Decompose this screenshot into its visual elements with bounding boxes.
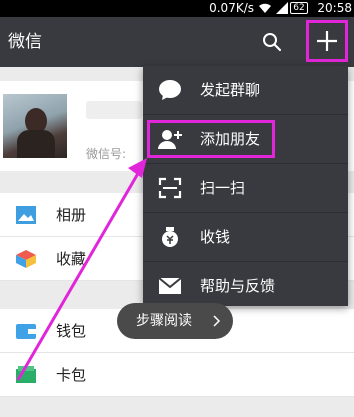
battery-icon: 62 <box>290 2 308 14</box>
chevron-right-icon <box>213 315 221 327</box>
row-label: 卡包 <box>56 366 87 384</box>
mail-icon <box>158 277 182 294</box>
row-card-pack[interactable]: 卡包 <box>0 353 354 397</box>
app-bar: 微信 <box>0 17 354 67</box>
avatar <box>3 94 67 158</box>
step-reading-label: 步骤阅读 <box>136 313 192 329</box>
plus-button[interactable] <box>306 20 348 62</box>
album-icon <box>16 206 36 224</box>
clock: 20:58 <box>317 1 352 15</box>
app-title: 微信 <box>8 32 42 52</box>
card-pack-icon <box>16 366 36 383</box>
signal-icon <box>276 2 288 14</box>
plus-popup-menu: 发起群聊 添加朋友 扫一扫 收钱 帮助与反馈 <box>143 66 348 306</box>
menu-item-receive-money[interactable]: 收钱 <box>143 213 348 261</box>
wallet-icon <box>16 324 36 339</box>
menu-item-label: 收钱 <box>200 228 231 246</box>
nickname-blurred <box>86 101 142 119</box>
wifi-icon <box>259 3 271 14</box>
network-speed: 0.07K/s <box>209 1 254 15</box>
menu-item-label: 扫一扫 <box>200 179 246 197</box>
search-icon[interactable] <box>262 32 282 52</box>
row-label: 相册 <box>56 206 87 224</box>
receive-money-icon <box>162 227 178 247</box>
row-label: 钱包 <box>56 322 87 340</box>
annotation-highlight-box <box>147 120 275 158</box>
row-label: 收藏 <box>56 250 87 268</box>
menu-item-group-chat[interactable]: 发起群聊 <box>143 66 348 114</box>
menu-item-label: 发起群聊 <box>200 81 261 99</box>
wechat-id-label: 微信号: <box>86 147 127 161</box>
scan-icon <box>158 177 182 199</box>
menu-item-scan[interactable]: 扫一扫 <box>143 164 348 212</box>
status-bar: 0.07K/s 62 20:58 <box>0 0 354 17</box>
step-reading-button[interactable]: 步骤阅读 <box>117 303 233 339</box>
plus-icon <box>317 31 337 51</box>
chat-bubble-icon <box>159 80 181 100</box>
favorites-icon <box>16 250 36 268</box>
